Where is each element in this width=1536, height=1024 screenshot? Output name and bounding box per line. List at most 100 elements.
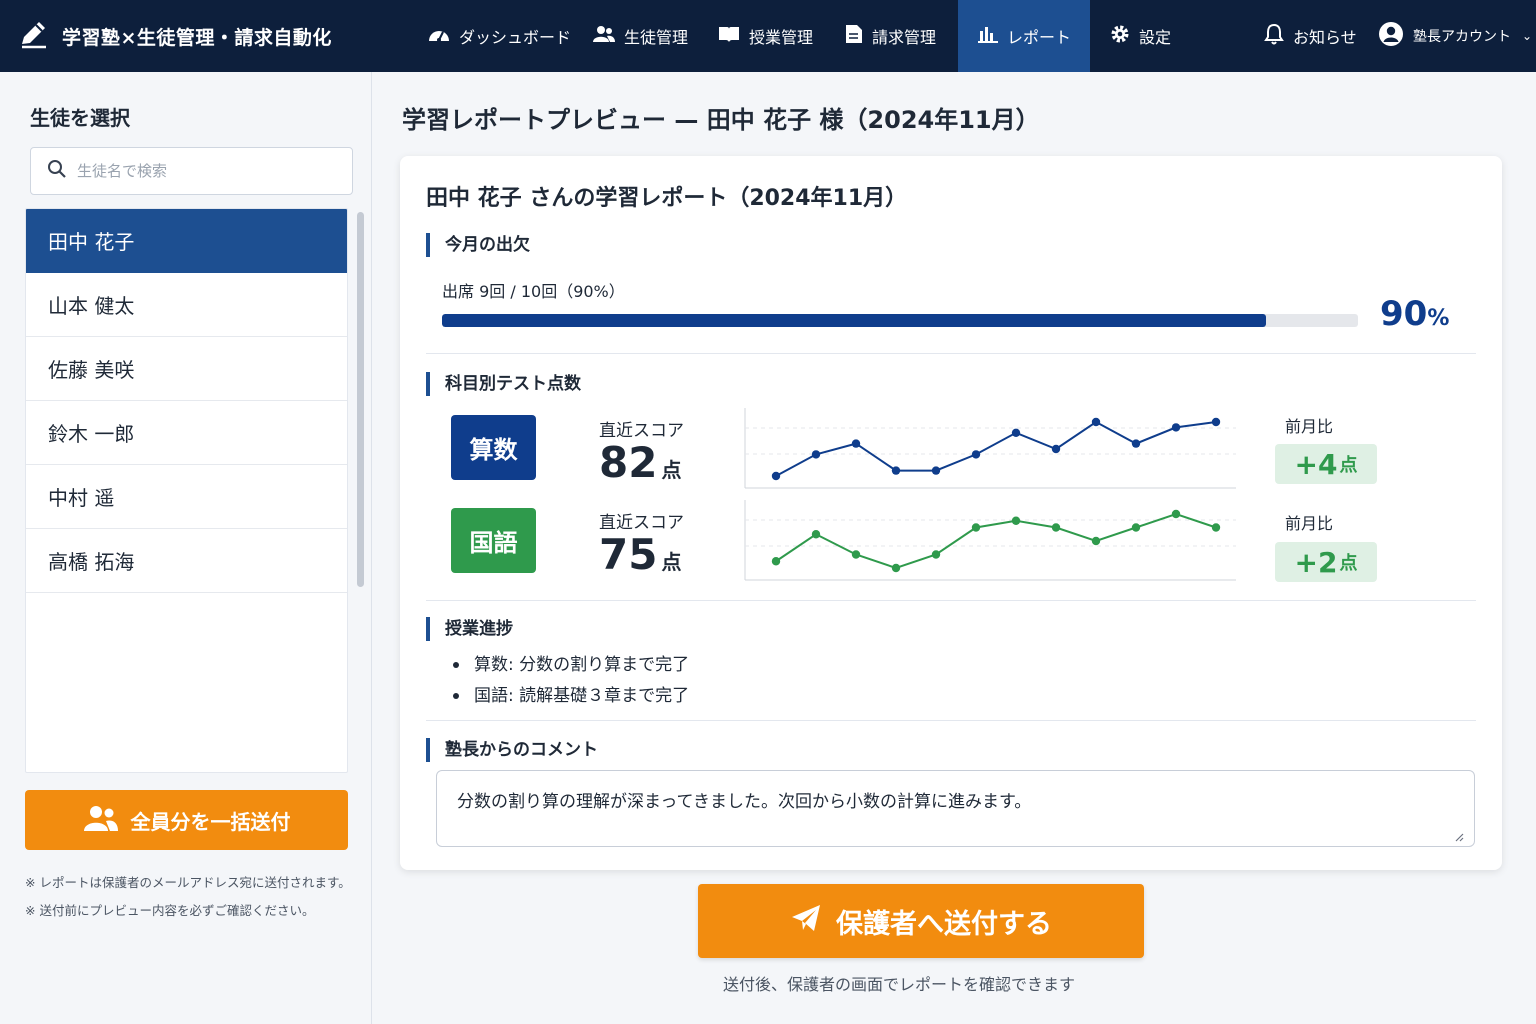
bulk-send-label: 全員分を一括送付 [130,809,291,834]
trend-point [771,557,781,566]
trend-point [931,466,941,475]
page-title: 学習レポートプレビュー — 田中 花子 様（2024年11月） [402,106,1040,134]
account-menu[interactable]: 塾長アカウント ⌄ [1378,0,1532,72]
group-icon [83,804,119,837]
attendance-heading: 今月の出欠 [426,233,530,257]
trend-point [931,550,941,559]
notifications-button[interactable]: お知らせ [1264,0,1357,72]
trend-point [1051,523,1061,532]
japanese-delta-badge: +2 点 [1275,542,1377,582]
trend-point [1211,523,1221,532]
math-score: 82 点 [599,438,682,487]
nav-dashboard-label: ダッシュボード [459,28,572,47]
chart-icon [978,25,998,47]
nav-settings-label: 設定 [1139,28,1172,47]
send-button-label: 保護者へ送付する [836,908,1052,940]
nav-billing[interactable]: 請求管理 [845,0,936,72]
divider [426,353,1476,354]
report-preview-card: 田中 花子 さんの学習レポート（2024年11月） 今月の出欠 出席 9回 / … [400,156,1502,870]
trend-point [851,550,861,559]
attendance-label: 出席 9回 / 10回（90%） [442,282,625,301]
nav-lessons-label: 授業管理 [749,28,814,47]
student-item[interactable]: 田中 花子 [26,209,347,273]
dashboard-icon [428,25,450,47]
trend-point [811,450,821,459]
student-select-panel: 生徒を選択 田中 花子 山本 健太 佐藤 美咲 鈴木 一郎 中村 遥 高橋 拓海… [0,72,372,1024]
student-item[interactable]: 佐藤 美咲 [26,337,347,401]
app-title: 学習塾×生徒管理・請求自動化 [62,26,332,49]
search-input[interactable] [77,162,327,180]
avatar-icon [1378,21,1404,51]
trend-point [891,466,901,475]
attendance-progress-bar [442,314,1358,327]
trend-point [1011,516,1021,525]
progress-item: 国語: 読解基礎３章まで完了 [452,684,689,715]
resize-handle-icon[interactable] [1452,830,1464,842]
attendance-percent: 90% [1380,294,1450,334]
trend-point [1131,439,1141,448]
trend-point [811,530,821,539]
trend-point [1171,423,1181,432]
comment-heading: 塾長からのコメント [426,738,598,762]
pencil-logo-icon [18,18,50,54]
math-trend-chart [744,408,1236,489]
users-icon [593,25,615,47]
trend-point [891,563,901,573]
student-list-scrollbar[interactable] [357,212,364,587]
send-to-parent-button[interactable]: 保護者へ送付する [698,884,1144,958]
book-icon [718,25,740,47]
send-note-2: ※ 送付前にプレビュー内容を必ずご確認ください。 [25,903,315,918]
nav-dashboard[interactable]: ダッシュボード [428,0,571,72]
math-delta-badge: +4 点 [1275,444,1377,484]
nav-lessons[interactable]: 授業管理 [718,0,813,72]
trend-point [1171,509,1181,519]
student-item[interactable]: 山本 健太 [26,273,347,337]
trend-point [851,439,861,448]
brand[interactable]: 学習塾×生徒管理・請求自動化 [18,0,332,72]
gear-icon [1110,24,1130,48]
student-item[interactable]: 鈴木 一郎 [26,401,347,465]
student-list: 田中 花子 山本 健太 佐藤 美咲 鈴木 一郎 中村 遥 高橋 拓海 [25,208,348,773]
account-label: 塾長アカウント [1413,29,1511,45]
report-title: 田中 花子 さんの学習レポート（2024年11月） [426,186,908,211]
send-note: 送付後、保護者の画面でレポートを確認できます [723,975,1076,994]
subject-badge-japanese: 国語 [451,508,536,573]
trend-line [775,512,1217,570]
trend-point [1211,417,1221,427]
trend-point [1051,444,1061,454]
trend-point [1091,536,1101,546]
attendance-progress-fill [442,314,1267,327]
subject-badge-math: 算数 [451,415,536,480]
japanese-compare-label: 前月比 [1285,514,1334,533]
math-compare-label: 前月比 [1285,417,1334,436]
japanese-trend-chart [744,500,1236,581]
divider [426,720,1476,721]
notifications-label: お知らせ [1293,28,1357,47]
progress-item: 算数: 分数の割り算まで完了 [452,653,689,684]
trend-point [1131,523,1141,532]
invoice-icon [845,24,863,48]
send-note-1: ※ レポートは保護者のメールアドレス宛に送付されます。 [25,875,351,890]
panel-title: 生徒を選択 [30,106,130,130]
student-search[interactable] [30,147,353,195]
nav-students[interactable]: 生徒管理 [593,0,688,72]
japanese-score: 75 点 [599,530,682,579]
top-navigation: 学習塾×生徒管理・請求自動化 ダッシュボード 生徒管理 授業管理 請求管理 レポ… [0,0,1536,72]
trend-point [971,450,981,459]
chevron-down-icon: ⌄ [1522,29,1533,43]
bell-icon [1264,23,1284,49]
tests-heading: 科目別テスト点数 [426,372,581,396]
progress-heading: 授業進捗 [426,617,513,641]
comment-textarea[interactable]: 分数の割り算の理解が深まってきました。次回から小数の計算に進みます。 [436,770,1475,847]
trend-point [971,523,981,532]
student-item[interactable]: 中村 遥 [26,465,347,529]
student-item[interactable]: 高橋 拓海 [26,529,347,593]
search-icon [47,159,67,183]
paper-plane-icon [790,903,822,940]
bulk-send-button[interactable]: 全員分を一括送付 [25,790,348,850]
nav-reports[interactable]: レポート [958,0,1090,72]
trend-point [771,471,781,481]
nav-settings[interactable]: 設定 [1110,0,1171,72]
nav-reports-label: レポート [1007,28,1072,47]
trend-line [775,420,1217,477]
